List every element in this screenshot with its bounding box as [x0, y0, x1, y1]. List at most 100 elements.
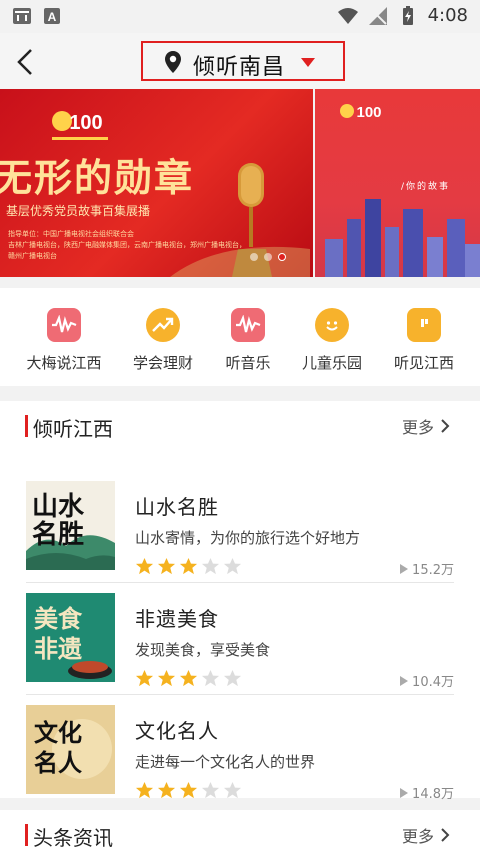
play-icon [400, 675, 409, 686]
quick-nav: 大梅说江西 学会理财 听音乐 儿童乐园 听见江西 [0, 288, 480, 386]
section-accent-bar [25, 415, 28, 437]
star-filled-icon [135, 781, 154, 799]
section-qingting-jiangxi: 倾听江西 更多 山水 名胜 山水名胜 山水寄情，为你的旅行选个好地方 15.2万… [0, 401, 480, 802]
svg-text:非遗: 非遗 [34, 634, 82, 663]
list-item[interactable]: 文化 名人 文化名人 走进每一个文化名人的世界 14.8万 [0, 695, 480, 807]
play-count: 15.2万 [400, 559, 454, 578]
svg-text:名人: 名人 [34, 748, 82, 777]
quick-nav-item-kids[interactable]: 儿童乐园 [284, 308, 380, 373]
item-title: 非遗美食 [135, 607, 219, 631]
party-100-logo: 100 [52, 111, 108, 140]
quick-nav-item-tingjian[interactable]: 听见江西 [376, 308, 472, 373]
more-link[interactable]: 更多 [402, 414, 450, 438]
more-link[interactable]: 更多 [402, 823, 450, 847]
star-empty-icon [201, 557, 220, 575]
trend-icon [146, 308, 180, 342]
more-label: 更多 [401, 827, 434, 846]
header: 倾听南昌 [0, 33, 480, 89]
quick-nav-item-licai[interactable]: 学会理财 [115, 308, 211, 373]
city-skyline-graphic [325, 199, 480, 277]
chat-icon [407, 308, 441, 342]
play-icon [400, 563, 409, 574]
banner-carousel[interactable]: 100 无形的勋章 基层优秀党员故事百集展播 指导单位：中国广播电视社会组织联合… [0, 89, 480, 277]
item-title: 山水名胜 [135, 495, 219, 519]
star-filled-icon [179, 669, 198, 687]
star-filled-icon [179, 781, 198, 799]
carousel-dot-active [278, 253, 286, 261]
location-title: 倾听南昌 [193, 55, 286, 80]
item-thumbnail: 美食 非遗 [26, 593, 115, 682]
chevron-right-icon [441, 828, 450, 842]
carousel-dot [250, 253, 258, 261]
keyboard-icon [13, 8, 31, 24]
item-title: 文化名人 [135, 719, 219, 743]
item-description: 山水寄情，为你的旅行选个好地方 [135, 529, 361, 547]
party-100-logo-small: 100 [340, 104, 382, 121]
play-icon [400, 787, 409, 798]
item-description: 走进每一个文化名人的世界 [135, 753, 316, 771]
banner-subtitle: 基层优秀党员故事百集展播 [6, 204, 151, 218]
carousel-indicator [250, 253, 286, 261]
star-filled-icon [157, 557, 176, 575]
quick-nav-item-dameishuo[interactable]: 大梅说江西 [16, 308, 112, 373]
play-count: 10.4万 [400, 671, 454, 690]
banner-slide-main[interactable]: 100 无形的勋章 基层优秀党员故事百集展播 指导单位：中国广播电视社会组织联合… [0, 89, 313, 277]
quick-nav-label: 学会理财 [132, 354, 193, 372]
svg-text:100: 100 [69, 112, 102, 134]
play-count-value: 15.2万 [412, 563, 454, 578]
quick-nav-label: 大梅说江西 [26, 354, 102, 372]
rating-stars [135, 781, 242, 800]
svg-text:美食: 美食 [34, 604, 83, 633]
quick-nav-label: 听音乐 [225, 354, 271, 372]
play-count-value: 10.4万 [412, 675, 454, 690]
back-arrow-icon[interactable] [10, 45, 44, 79]
quick-nav-label: 听见江西 [393, 354, 454, 372]
item-description: 发现美食，享受美食 [135, 641, 271, 659]
item-thumbnail: 山水 名胜 [26, 481, 115, 570]
battery-charging-icon [402, 5, 413, 25]
list-item[interactable]: 山水 名胜 山水名胜 山水寄情，为你的旅行选个好地方 15.2万 [0, 471, 480, 583]
carousel-dot [264, 253, 272, 261]
star-empty-icon [201, 781, 220, 799]
section-header: 倾听江西 更多 [0, 401, 480, 451]
svg-text:100: 100 [356, 104, 381, 121]
smile-icon [315, 308, 349, 342]
section-title: 头条资讯 [33, 826, 113, 850]
section-title: 倾听江西 [33, 417, 113, 441]
chevron-right-icon [441, 419, 450, 433]
status-bar: A 4:08 [0, 0, 480, 33]
play-count: 14.8万 [400, 783, 454, 802]
item-thumbnail: 文化 名人 [26, 705, 115, 794]
wave-icon [231, 308, 265, 342]
location-pin-icon [165, 51, 181, 73]
svg-text:A: A [48, 10, 57, 24]
section-accent-bar [25, 824, 28, 846]
star-filled-icon [157, 781, 176, 799]
font-a-icon: A [44, 8, 60, 24]
banner-slide-next[interactable]: 100 /你的故事 [315, 89, 480, 277]
star-empty-icon [223, 669, 242, 687]
quick-nav-item-music[interactable]: 听音乐 [200, 308, 296, 373]
wave-icon [47, 308, 81, 342]
svg-text:名胜: 名胜 [32, 519, 84, 550]
location-selector[interactable]: 倾听南昌 [141, 41, 345, 81]
star-empty-icon [223, 557, 242, 575]
svg-text:文化: 文化 [34, 718, 82, 747]
caret-down-icon [301, 58, 315, 67]
star-empty-icon [223, 781, 242, 799]
star-filled-icon [179, 557, 198, 575]
star-empty-icon [201, 669, 220, 687]
list-item[interactable]: 美食 非遗 非遗美食 发现美食，享受美食 10.4万 [0, 583, 480, 695]
section-header: 头条资讯 更多 [0, 810, 480, 853]
ribbon-graphic [170, 246, 310, 277]
svg-text:山水: 山水 [32, 492, 85, 522]
banner-headline: 无形的勋章 [0, 155, 195, 200]
status-notifications: A [12, 6, 62, 26]
rating-stars [135, 669, 242, 688]
wifi-icon [337, 7, 358, 24]
play-count-value: 14.8万 [412, 787, 454, 802]
more-label: 更多 [401, 418, 434, 437]
status-time: 4:08 [427, 5, 468, 26]
signal-off-icon [368, 6, 387, 25]
star-filled-icon [135, 669, 154, 687]
